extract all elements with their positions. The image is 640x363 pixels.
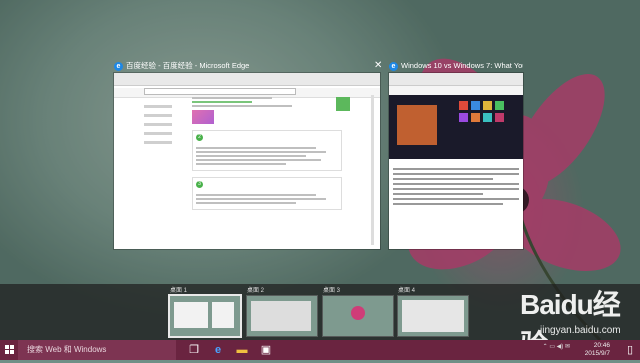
edge-window-title: e 百度经验 - 百度经验 - Microsoft Edge: [114, 59, 380, 73]
edge-icon: e: [389, 61, 398, 71]
desktop-1-thumbnail[interactable]: 桌面 1: [170, 287, 240, 336]
windows-start-icon[interactable]: [5, 345, 15, 355]
page-content: 2 3: [192, 95, 342, 216]
scrollbar: [371, 95, 374, 245]
browser-window-title: e Windows 10 vs Windows 7: What You...: [389, 59, 523, 73]
taskbar: 搜索 Web 和 Windows ❐ e ▬ ▣ ⌃ ▭ ◀) ✉ 20:46 …: [0, 340, 640, 360]
system-tray-icons[interactable]: ⌃ ▭ ◀) ✉: [543, 343, 570, 350]
edge-icon: e: [114, 61, 123, 71]
search-box[interactable]: 搜索 Web 和 Windows: [18, 340, 176, 360]
file-explorer-icon[interactable]: ▬: [236, 344, 248, 356]
browser-tab-bar: [389, 73, 523, 86]
article-text: [393, 165, 519, 208]
notification-icon[interactable]: ▯: [624, 344, 636, 356]
desktop-2-thumbnail[interactable]: 桌面 2: [247, 287, 317, 336]
desktop-label: 桌面 3: [323, 288, 341, 294]
clock[interactable]: 20:46 2015/9/7: [585, 342, 610, 358]
clock-time: 20:46: [593, 342, 610, 349]
page-action-icon: [336, 97, 350, 111]
edge-icon[interactable]: e: [212, 344, 224, 356]
desktop-label: 桌面 1: [170, 288, 188, 294]
article-hero-image: [389, 95, 523, 159]
browser-window-thumbnail[interactable]: [389, 73, 523, 249]
desktop-3-thumbnail[interactable]: 桌面 3: [323, 287, 393, 336]
clock-date: 2015/9/7: [584, 350, 610, 357]
desktop-label: 桌面 4: [398, 288, 416, 294]
desktop-4-thumbnail[interactable]: 桌面 4: [398, 287, 468, 336]
page-sidebar: [144, 99, 184, 239]
baidu-watermark-url: jingyan.baidu.com: [540, 325, 621, 336]
task-view-icon[interactable]: ❐: [188, 344, 200, 356]
edge-window-thumbnail[interactable]: 2 3: [114, 73, 380, 249]
browser-tab-bar: [114, 73, 380, 86]
store-icon[interactable]: ▣: [260, 344, 272, 356]
desktop-label: 桌面 2: [247, 288, 265, 294]
